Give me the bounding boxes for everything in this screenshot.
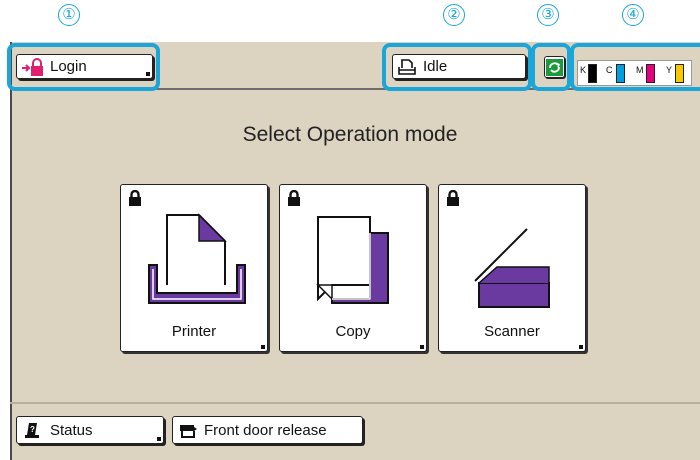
scanner-mode-button[interactable]: Scanner <box>438 184 586 352</box>
corner-mark <box>420 345 424 349</box>
callout-4: ④ <box>622 4 644 26</box>
printer-mode-button[interactable]: Printer <box>120 184 268 352</box>
corner-mark <box>261 345 265 349</box>
highlight-frame-1 <box>7 43 160 91</box>
copy-mode-button[interactable]: Copy <box>279 184 427 352</box>
printer-label: Printer <box>171 323 217 340</box>
front-door-icon <box>178 421 198 439</box>
scanner-icon <box>474 228 550 308</box>
status-button[interactable]: ? Status <box>16 416 164 444</box>
front-door-release-button[interactable]: Front door release <box>172 416 363 444</box>
highlight-frame-3 <box>531 43 571 91</box>
status-icon: ? <box>22 421 42 439</box>
copy-label: Copy <box>335 323 371 340</box>
highlight-frame-2 <box>382 43 532 91</box>
bottom-divider <box>10 402 700 404</box>
scanner-label: Scanner <box>484 323 540 340</box>
corner-mark <box>157 437 161 441</box>
copy-icon <box>316 216 389 304</box>
status-label: Status <box>50 421 93 439</box>
front-door-label: Front door release <box>204 421 327 439</box>
svg-text:?: ? <box>30 425 35 434</box>
callout-3: ③ <box>537 4 559 26</box>
page-title: Select Operation mode <box>242 123 458 146</box>
highlight-frame-4 <box>570 43 700 91</box>
printer-icon <box>148 213 246 304</box>
callout-2: ② <box>443 4 465 26</box>
callout-1: ① <box>58 4 80 26</box>
corner-mark <box>579 345 583 349</box>
